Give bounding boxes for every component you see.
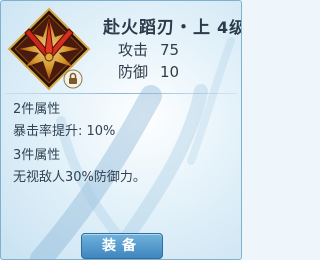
item-level: 4级 xyxy=(217,18,241,37)
item-title: 赴火蹈刃・上 4级 xyxy=(103,13,241,38)
item-icon[interactable] xyxy=(7,7,91,91)
attack-label: 攻击 xyxy=(118,41,149,59)
defense-stat: 防御 10 xyxy=(118,61,179,82)
attack-value: 75 xyxy=(160,41,180,59)
equip-button[interactable]: 装备 xyxy=(81,233,163,259)
attack-stat: 攻击 75 xyxy=(118,39,179,60)
three-piece-heading: 3件属性 xyxy=(13,148,61,163)
item-tooltip-panel: 赴火蹈刃・上4级 攻击75 防御10 2件属性 暴击率提升: 10% 3件属性 … xyxy=(0,0,242,260)
two-piece-heading: 2件属性 xyxy=(13,102,61,117)
section-divider xyxy=(5,93,237,94)
three-piece-effect: 无视敌人30%防御力。 xyxy=(13,170,146,185)
two-piece-effect: 暴击率提升: 10% xyxy=(13,124,116,139)
item-name: 赴火蹈刃・上 xyxy=(103,18,211,38)
defense-value: 10 xyxy=(160,63,180,81)
lock-icon xyxy=(63,69,83,89)
defense-label: 防御 xyxy=(118,63,149,81)
